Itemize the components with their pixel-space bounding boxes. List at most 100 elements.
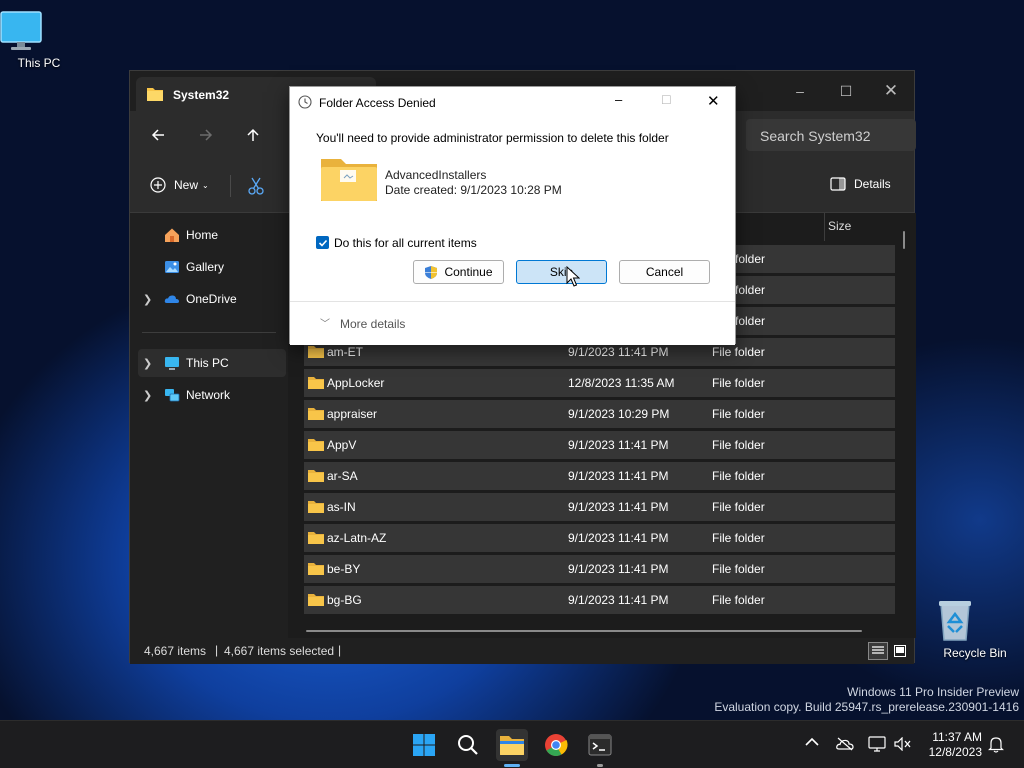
cut-button[interactable] xyxy=(248,177,264,195)
toolbar-divider xyxy=(230,175,231,197)
running-indicator xyxy=(597,764,603,767)
sidebar-item-gallery[interactable]: Gallery xyxy=(138,253,286,281)
chevron-right-icon[interactable]: ❯ xyxy=(143,293,152,306)
sidebar-item-this-pc[interactable]: ❯ This PC xyxy=(138,349,286,377)
terminal-taskbar-button[interactable] xyxy=(584,729,616,761)
sidebar-divider xyxy=(142,332,276,333)
scrollbar-thumb[interactable] xyxy=(903,231,905,249)
watermark-build: Evaluation copy. Build 25947.rs_prerelea… xyxy=(714,700,1019,714)
uac-shield-icon xyxy=(425,265,438,279)
network-icon xyxy=(164,387,180,403)
back-button[interactable] xyxy=(144,123,172,147)
file-name: as-IN xyxy=(327,500,356,514)
up-button[interactable] xyxy=(239,123,267,147)
close-button[interactable]: ✕ xyxy=(879,79,903,103)
table-row[interactable]: as-IN 9/1/2023 11:41 PM File folder xyxy=(304,493,895,521)
dialog-message: You'll need to provide administrator per… xyxy=(316,131,669,145)
desktop-icon-label: This PC xyxy=(17,56,61,70)
tiles-view-button[interactable] xyxy=(891,642,909,660)
new-button[interactable]: New ⌄ xyxy=(150,177,209,193)
volume-muted-icon[interactable] xyxy=(894,737,912,751)
table-row[interactable]: appraiser 9/1/2023 10:29 PM File folder xyxy=(304,400,895,428)
table-row[interactable]: az-Latn-AZ 9/1/2023 11:41 PM File folder xyxy=(304,524,895,552)
up-arrow-icon xyxy=(247,128,259,141)
table-row[interactable]: AppLocker 12/8/2023 11:35 AM File folder xyxy=(304,369,895,397)
minimize-button[interactable]: – xyxy=(788,79,812,103)
folder-icon xyxy=(308,593,324,606)
chevron-up-icon xyxy=(805,737,819,746)
apply-to-all-checkbox[interactable] xyxy=(316,236,329,249)
file-type: File folder xyxy=(712,593,765,607)
partial-type: folder xyxy=(735,252,766,266)
tab-label: System32 xyxy=(173,88,230,102)
sidebar-item-label: Gallery xyxy=(186,260,225,274)
dialog-minimize-button[interactable]: – xyxy=(615,92,622,107)
folder-icon xyxy=(308,407,324,420)
horizontal-scrollbar[interactable] xyxy=(306,630,862,632)
maximize-button[interactable]: ☐ xyxy=(834,79,858,103)
active-indicator xyxy=(504,764,520,767)
network-tray-icon[interactable] xyxy=(868,736,886,752)
monitor-icon xyxy=(0,10,79,52)
folder-icon xyxy=(308,562,324,575)
folder-icon xyxy=(308,345,324,358)
file-type: File folder xyxy=(712,562,765,576)
sidebar-item-onedrive[interactable]: ❯ OneDrive xyxy=(138,285,286,313)
column-header-size[interactable]: Size xyxy=(828,219,851,233)
onedrive-tray-icon[interactable] xyxy=(836,737,854,751)
taskbar-clock[interactable]: 11:37 AM 12/8/2023 xyxy=(929,730,982,760)
item-count: 4,667 items xyxy=(144,644,207,658)
table-row[interactable]: bg-BG 9/1/2023 11:41 PM File folder xyxy=(304,586,895,614)
watermark-edition: Windows 11 Pro Insider Preview xyxy=(847,685,1019,699)
desktop-icon-label: Recycle Bin xyxy=(943,646,1007,660)
details-view-icon xyxy=(872,646,884,654)
table-row[interactable]: be-BY 9/1/2023 11:41 PM File folder xyxy=(304,555,895,583)
table-row[interactable]: ar-SA 9/1/2023 11:41 PM File folder xyxy=(304,462,895,490)
chevron-down-icon[interactable]: ﹀ xyxy=(320,315,330,330)
file-explorer-taskbar-button[interactable] xyxy=(496,729,528,761)
desktop-icon-this-pc[interactable]: This PC xyxy=(0,10,79,70)
apply-to-all-label[interactable]: Do this for all current items xyxy=(334,236,477,250)
chevron-right-icon[interactable]: ❯ xyxy=(143,357,152,370)
folder-icon xyxy=(308,438,324,451)
search-input[interactable]: Search System32 xyxy=(746,119,916,151)
details-pane-icon xyxy=(830,177,846,191)
file-type: File folder xyxy=(712,407,765,421)
file-type: File folder xyxy=(712,438,765,452)
forward-button[interactable] xyxy=(192,123,220,147)
column-divider xyxy=(824,213,825,241)
show-hidden-icons-button[interactable] xyxy=(805,737,819,747)
start-button[interactable] xyxy=(408,729,440,761)
selected-count: 4,667 items selected xyxy=(224,644,335,658)
skip-button[interactable]: Skip xyxy=(516,260,607,284)
checkmark-icon xyxy=(318,239,327,247)
dialog-close-button[interactable]: ✕ xyxy=(707,92,720,110)
chrome-icon xyxy=(545,734,568,756)
file-name: az-Latn-AZ xyxy=(327,531,387,545)
dialog-title-bar[interactable]: Folder Access Denied – ☐ ✕ xyxy=(290,87,735,117)
more-details-link[interactable]: More details xyxy=(340,317,405,331)
folder-name: AdvancedInstallers xyxy=(385,168,487,182)
file-name: AppLocker xyxy=(327,376,385,390)
details-pane-button[interactable]: Details xyxy=(830,177,891,191)
file-date: 9/1/2023 11:41 PM xyxy=(568,345,669,359)
desktop-icon-recycle-bin[interactable]: Recycle Bin xyxy=(935,598,1015,660)
sidebar-item-network[interactable]: ❯ Network xyxy=(138,381,286,409)
file-type: File folder xyxy=(712,531,765,545)
cancel-button[interactable]: Cancel xyxy=(619,260,710,284)
dialog-footer: ﹀ More details xyxy=(290,301,735,345)
mouse-cursor-icon xyxy=(566,266,580,288)
details-view-button[interactable] xyxy=(868,642,888,660)
chrome-taskbar-button[interactable] xyxy=(540,729,572,761)
recycle-bin-icon xyxy=(935,598,1015,642)
chevron-right-icon[interactable]: ❯ xyxy=(143,389,152,402)
continue-button[interactable]: Continue xyxy=(413,260,504,284)
sidebar-item-home[interactable]: Home xyxy=(138,221,286,249)
folder-access-denied-dialog: Folder Access Denied – ☐ ✕ You'll need t… xyxy=(289,86,736,345)
file-name: be-BY xyxy=(327,562,361,576)
file-name: am-ET xyxy=(327,345,363,359)
home-icon xyxy=(164,227,180,243)
table-row[interactable]: AppV 9/1/2023 11:41 PM File folder xyxy=(304,431,895,459)
notifications-button[interactable] xyxy=(988,736,1004,753)
search-button[interactable] xyxy=(452,729,484,761)
